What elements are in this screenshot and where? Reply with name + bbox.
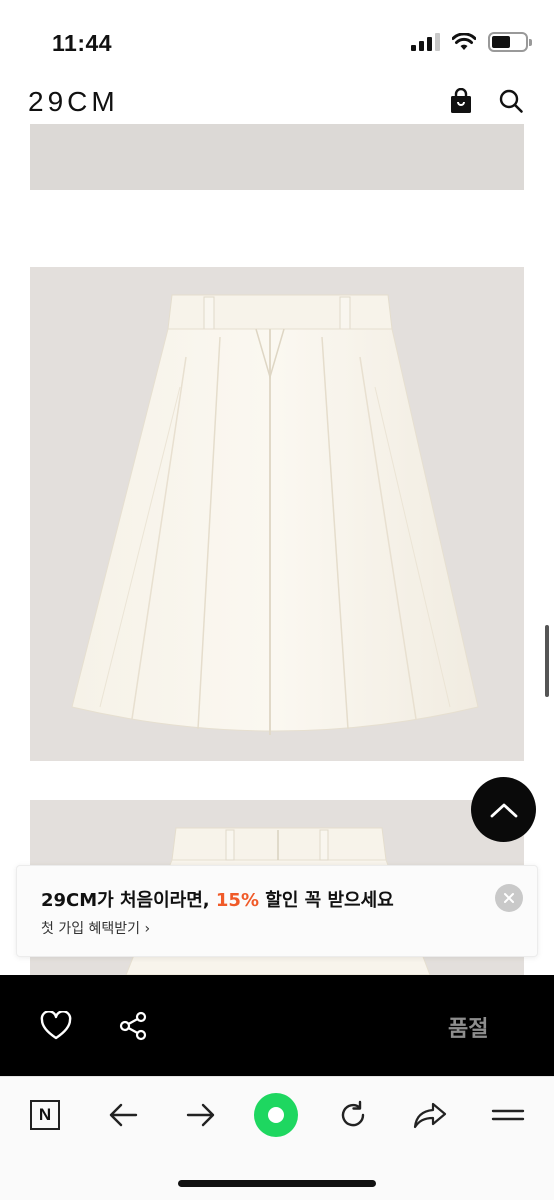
promo-close-button[interactable] bbox=[495, 884, 523, 912]
menu-icon bbox=[491, 1109, 525, 1121]
sold-out-label: 품절 bbox=[448, 1017, 489, 1042]
product-action-bar: 품절 bbox=[0, 975, 554, 1076]
chevron-up-icon bbox=[490, 803, 517, 817]
battery-icon bbox=[488, 32, 532, 52]
share-arrow-icon bbox=[413, 1102, 447, 1129]
arrow-right-icon bbox=[186, 1103, 215, 1127]
signal-icon bbox=[411, 33, 440, 51]
promo-title-text: 29CM가 처음이라면, bbox=[41, 890, 216, 911]
app-header: 29CM bbox=[0, 80, 554, 124]
forward-button[interactable] bbox=[184, 1095, 218, 1135]
promo-title: 29CM가 처음이라면, 15% 할인 꼭 받으세요 bbox=[41, 886, 394, 912]
promo-subtitle: 첫 가입 혜택받기 bbox=[41, 921, 141, 937]
home-indicator[interactable] bbox=[178, 1180, 376, 1187]
share-icon[interactable] bbox=[118, 1011, 148, 1041]
green-dot-icon bbox=[254, 1093, 298, 1137]
chevron-right-icon: › bbox=[144, 921, 151, 937]
status-time: 11:44 bbox=[52, 30, 113, 56]
status-bar: 11:44 bbox=[0, 0, 554, 80]
search-icon[interactable] bbox=[498, 88, 524, 114]
promo-title-text-end: 할인 꼭 받으세요 bbox=[259, 890, 394, 911]
naver-button[interactable]: N bbox=[28, 1095, 62, 1135]
share-out-button[interactable] bbox=[412, 1095, 448, 1135]
brand-logo[interactable]: 29CM bbox=[28, 86, 119, 118]
heart-icon[interactable] bbox=[40, 1011, 72, 1041]
skirt-illustration bbox=[71, 294, 479, 735]
reload-button[interactable] bbox=[336, 1095, 370, 1135]
close-icon bbox=[504, 893, 514, 903]
naver-n-icon: N bbox=[30, 1100, 60, 1130]
page-scrollbar[interactable] bbox=[545, 625, 549, 697]
scroll-to-top-button[interactable] bbox=[471, 777, 536, 842]
promo-signup-link[interactable]: 첫 가입 혜택받기 › bbox=[41, 918, 150, 938]
arrow-left-icon bbox=[109, 1103, 138, 1127]
back-button[interactable] bbox=[106, 1095, 140, 1135]
status-icons bbox=[411, 32, 532, 52]
signup-promo-banner[interactable]: 29CM가 처음이라면, 15% 할인 꼭 받으세요 첫 가입 혜택받기 › bbox=[16, 865, 538, 957]
green-dot-button[interactable] bbox=[254, 1093, 298, 1137]
promo-discount: 15% bbox=[215, 890, 259, 911]
wifi-icon bbox=[452, 33, 476, 50]
product-image-main[interactable] bbox=[30, 267, 524, 761]
menu-button[interactable] bbox=[490, 1095, 526, 1135]
shopping-bag-icon[interactable] bbox=[449, 88, 473, 114]
reload-icon bbox=[341, 1100, 365, 1127]
product-image-top bbox=[30, 124, 524, 190]
